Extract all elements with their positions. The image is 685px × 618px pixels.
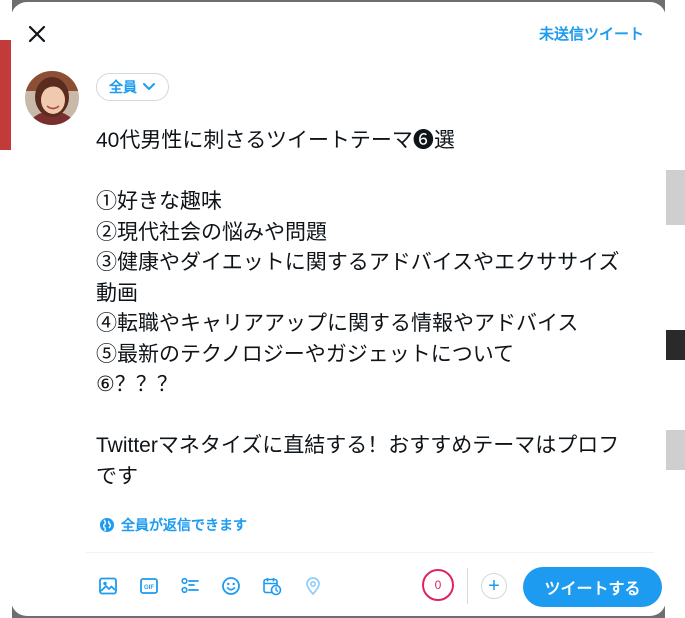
emoji-button[interactable] bbox=[214, 569, 248, 603]
tweet-line: ③健康やダイエットに関するアドバイスやエクササイズ bbox=[96, 251, 620, 274]
audience-selector[interactable]: 全員 bbox=[96, 73, 169, 101]
divider bbox=[86, 552, 654, 553]
tweet-text-area[interactable]: 40代男性に刺さるツイートテーマ❻選 ①好きな趣味 ②現代社会の悩みや問題 ③健… bbox=[96, 126, 666, 492]
background-fragment bbox=[665, 430, 685, 470]
reply-setting-label: 全員が返信できます bbox=[121, 517, 247, 533]
poll-icon bbox=[181, 577, 199, 594]
media-icon bbox=[99, 577, 117, 595]
tweet-line: ①好きな趣味 bbox=[96, 190, 222, 213]
gif-button[interactable]: GIF bbox=[132, 569, 166, 603]
media-button[interactable] bbox=[91, 569, 125, 603]
gif-icon: GIF bbox=[140, 578, 158, 594]
tweet-line: ⑤最新のテクノロジーやガジェットについて bbox=[96, 342, 515, 366]
svg-text:GIF: GIF bbox=[144, 585, 154, 591]
tweet-line: ②現代社会の悩みや問題 bbox=[96, 220, 327, 244]
tweet-line: Twitterマネタイズに直結する！おすすめテーマはプロフ bbox=[96, 434, 620, 457]
globe-icon bbox=[100, 518, 114, 532]
location-button[interactable] bbox=[296, 569, 330, 603]
reply-setting-button[interactable]: 全員が返信できます bbox=[99, 514, 247, 536]
toolbar-separator bbox=[467, 568, 468, 604]
character-counter: 0 bbox=[422, 569, 454, 601]
background-page-right bbox=[665, 0, 685, 618]
audience-label: 全員 bbox=[109, 79, 137, 95]
tweet-line: ④転職やキャリアアップに関する情報やアドバイス bbox=[96, 312, 579, 335]
background-fragment bbox=[665, 170, 685, 225]
schedule-icon bbox=[263, 578, 282, 596]
compose-toolbar: GIF bbox=[91, 568, 337, 604]
tweet-line: です bbox=[96, 464, 138, 488]
compose-tweet-modal: 未送信ツイート 全員 40代男性に刺さるツイートテーマ❻選 ①好きな趣味 ②現代… bbox=[11, 2, 666, 616]
tweet-line bbox=[96, 157, 666, 188]
add-tweet-button[interactable]: + bbox=[481, 573, 507, 599]
poll-button[interactable] bbox=[173, 569, 207, 603]
schedule-button[interactable] bbox=[255, 569, 289, 603]
close-button[interactable] bbox=[21, 18, 53, 50]
chevron-down-icon bbox=[143, 83, 155, 90]
tweet-button[interactable]: ツイートする bbox=[523, 567, 662, 607]
tweet-line bbox=[96, 401, 666, 432]
background-fragment bbox=[665, 330, 685, 360]
emoji-icon bbox=[222, 577, 240, 595]
avatar[interactable] bbox=[25, 71, 79, 125]
location-icon bbox=[306, 577, 320, 596]
close-icon bbox=[28, 25, 46, 43]
tweet-line: 動画 bbox=[96, 281, 138, 305]
tweet-line: 40代男性に刺さるツイートテーマ❻選 bbox=[96, 129, 455, 152]
tweet-line: ⑥？？？ bbox=[96, 373, 178, 396]
drafts-link[interactable]: 未送信ツイート bbox=[539, 23, 644, 44]
